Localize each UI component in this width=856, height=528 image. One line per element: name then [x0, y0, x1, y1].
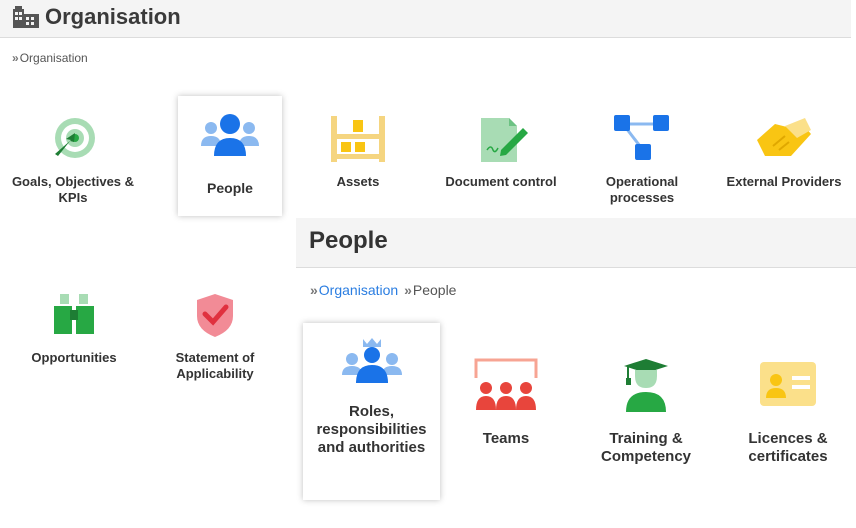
- target-icon: [55, 118, 95, 158]
- breadcrumb-item-people: People: [412, 282, 457, 298]
- tile-opportunities[interactable]: Opportunities: [14, 288, 134, 378]
- tile-label: Document control: [445, 174, 557, 189]
- tile-licences-certificates[interactable]: Licences & certificates: [730, 358, 846, 468]
- tile-label: People: [207, 180, 253, 196]
- tile-teams[interactable]: Teams: [456, 358, 556, 448]
- role-crown-icon: [341, 338, 402, 383]
- tile-people[interactable]: People: [178, 96, 282, 216]
- tile-external-providers[interactable]: External Providers: [726, 108, 842, 208]
- breadcrumb-item-organisation[interactable]: Organisation: [20, 51, 88, 65]
- process-flow-icon: [614, 115, 669, 160]
- tile-label: Goals, Objectives & KPIs: [11, 174, 135, 205]
- tile-document-control[interactable]: Document control: [443, 108, 559, 208]
- tile-label: Statement of Applicability: [175, 350, 255, 381]
- tile-label: Roles, responsibilities and authorities: [316, 403, 427, 456]
- breadcrumb: » Organisation: [12, 51, 88, 65]
- tile-label: Opportunities: [31, 350, 117, 365]
- shelf-icon: [331, 116, 385, 162]
- people-icon: [201, 114, 259, 156]
- handshake-icon: [757, 118, 811, 156]
- page-title: Organisation: [45, 4, 181, 29]
- building-icon: [13, 6, 39, 28]
- tile-statement-of-applicability[interactable]: Statement of Applicability: [160, 288, 270, 388]
- tile-training-competency[interactable]: Training & Competency: [584, 358, 708, 468]
- id-card-icon: [760, 362, 816, 406]
- people-breadcrumb: » Organisation » People: [310, 282, 456, 298]
- shield-check-icon: [197, 294, 233, 337]
- document-pen-icon: [481, 118, 528, 162]
- graduate-icon: [624, 359, 668, 412]
- people-panel-header: People: [296, 218, 856, 268]
- tile-label: Training & Competency: [600, 430, 692, 465]
- tile-roles-responsibilities[interactable]: Roles, responsibilities and authorities: [303, 323, 440, 500]
- tile-label: Teams: [482, 430, 530, 447]
- tile-label: Assets: [336, 174, 380, 189]
- tile-label: External Providers: [726, 174, 842, 189]
- breadcrumb-link-organisation[interactable]: Organisation: [319, 282, 398, 298]
- breadcrumb-separator: »: [12, 51, 19, 65]
- breadcrumb-separator: »: [310, 282, 318, 298]
- tile-goals-objectives-kpis[interactable]: Goals, Objectives & KPIs: [8, 108, 138, 208]
- binoculars-icon: [54, 294, 94, 334]
- tile-operational-processes[interactable]: Operational processes: [584, 108, 700, 208]
- tile-assets[interactable]: Assets: [300, 108, 416, 198]
- team-icon: [474, 358, 538, 410]
- tile-label: Licences & certificates: [748, 430, 828, 465]
- breadcrumb-separator: »: [404, 282, 412, 298]
- page-header: Organisation: [0, 0, 851, 38]
- people-panel: People » Organisation » People Roles, resp…: [296, 218, 856, 528]
- people-panel-title: People: [309, 227, 388, 254]
- tile-label: Operational processes: [605, 174, 679, 205]
